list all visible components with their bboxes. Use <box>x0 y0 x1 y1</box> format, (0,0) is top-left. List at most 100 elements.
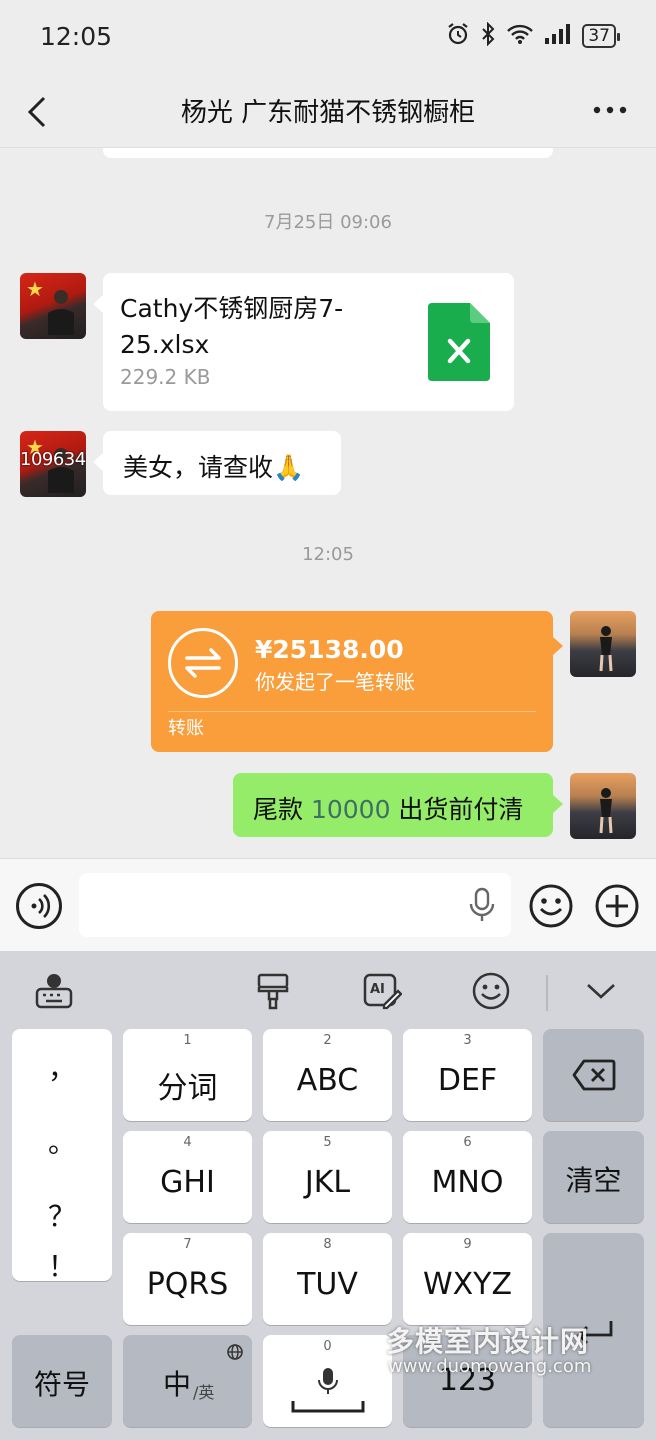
svg-text:AI: AI <box>370 982 385 997</box>
microphone-button[interactable] <box>468 887 496 923</box>
key-label: 清空 <box>565 1164 622 1197</box>
watermark-text: 多模室内设计网 <box>386 1325 590 1358</box>
chat-title: 杨光 广东耐猫不锈钢橱柜 <box>180 98 476 128</box>
person-silhouette-icon <box>48 290 74 335</box>
message-number: 10000 <box>310 795 391 824</box>
punct-key[interactable]: ？ <box>12 1195 112 1235</box>
alarm-icon <box>446 22 470 50</box>
punct-key[interactable]: 。 <box>12 1121 112 1161</box>
my-avatar[interactable] <box>570 773 636 839</box>
status-icons: 37 <box>446 21 620 50</box>
key-7[interactable]: 7 PQRS <box>123 1233 252 1325</box>
backspace-key[interactable] <box>543 1029 644 1121</box>
input-bar <box>0 858 656 951</box>
excel-icon <box>428 303 490 381</box>
key-label: ABC <box>296 1063 359 1098</box>
key-digit: 4 <box>183 1135 192 1150</box>
chat-area[interactable]: 7月25日 09:06 ★ Cathy不锈钢厨房7-25.xlsx 229.2 … <box>0 148 656 858</box>
file-message[interactable]: Cathy不锈钢厨房7-25.xlsx 229.2 KB <box>93 273 514 411</box>
backspace-icon <box>572 1059 616 1091</box>
key-label: 分词 <box>157 1071 218 1106</box>
language-switch-key[interactable]: 中 /英 <box>123 1335 252 1427</box>
microphone-icon <box>318 1368 338 1394</box>
space-bar-icon <box>291 1401 365 1413</box>
key-2[interactable]: 2 ABC <box>263 1029 392 1121</box>
key-8[interactable]: 8 TUV <box>263 1233 392 1325</box>
microphone-icon <box>469 887 495 921</box>
text-message[interactable]: 美女，请查收🙏 <box>93 431 341 495</box>
key-digit: 0 <box>323 1339 332 1354</box>
previous-message-bubble[interactable] <box>103 148 553 158</box>
key-4[interactable]: 4 GHI <box>123 1131 252 1223</box>
ai-edit-icon[interactable]: AI <box>362 971 403 1011</box>
more-functions-button[interactable] <box>594 883 640 929</box>
symbols-key[interactable]: 符号 <box>12 1335 112 1427</box>
timestamp: 12:05 <box>302 544 354 565</box>
globe-icon <box>227 1344 243 1360</box>
message-text: 美女，请查收🙏 <box>123 453 305 482</box>
keyboard-toolbar: AI <box>0 951 656 1029</box>
key-label: WXYZ <box>422 1267 513 1302</box>
voice-icon <box>31 894 51 918</box>
message-input[interactable] <box>79 873 511 937</box>
person-silhouette-icon <box>599 788 613 834</box>
emoji-icon[interactable] <box>471 971 511 1011</box>
key-9[interactable]: 9 WXYZ <box>403 1233 532 1325</box>
key-digit: 2 <box>323 1033 332 1048</box>
divider <box>546 975 548 1011</box>
key-1[interactable]: 1 分词 <box>123 1029 252 1121</box>
nav-bar: 杨光 广东耐猫不锈钢橱柜 <box>0 78 656 148</box>
voice-toggle-button[interactable] <box>16 883 62 929</box>
text-message[interactable]: 尾款 10000 出货前付清 <box>233 773 563 837</box>
collapse-icon[interactable] <box>581 971 621 1011</box>
transfer-amount: ¥25138.00 <box>255 635 404 664</box>
contact-avatar[interactable]: ★ <box>20 273 86 339</box>
battery-icon: 37 <box>582 24 620 48</box>
key-5[interactable]: 5 JKL <box>263 1131 392 1223</box>
space-key[interactable]: 0 <box>263 1335 392 1427</box>
transfer-label: 转账 <box>168 718 204 739</box>
key-label: PQRS <box>146 1267 229 1302</box>
key-digit: 6 <box>463 1135 472 1150</box>
keyboard-globe-icon[interactable] <box>34 971 74 1011</box>
message-text-part: 出货前付清 <box>390 795 524 824</box>
punctuation-column[interactable]: ， 。 ？ ！ <box>12 1029 112 1283</box>
my-avatar[interactable] <box>570 611 636 677</box>
brush-icon[interactable] <box>253 971 293 1011</box>
wifi-icon <box>506 23 534 49</box>
status-bar: 12:05 37 <box>0 0 656 78</box>
star-icon: ★ <box>26 277 44 301</box>
key-label: TUV <box>297 1267 358 1302</box>
punct-key[interactable]: ， <box>12 1047 112 1087</box>
transfer-arrows-icon <box>168 628 238 698</box>
key-label: GHI <box>160 1165 215 1200</box>
message-text: 尾款 10000 出货前付清 <box>253 790 523 826</box>
contact-avatar[interactable]: ★ 109634 <box>20 431 86 497</box>
punct-key[interactable]: ！ <box>12 1245 112 1285</box>
person-silhouette-icon <box>599 626 613 672</box>
key-sublabel: /英 <box>193 1383 215 1402</box>
key-label: 中 <box>163 1368 192 1401</box>
emoji-button[interactable] <box>528 883 574 929</box>
key-label: 符号 <box>33 1368 90 1401</box>
key-digit: 1 <box>183 1033 192 1048</box>
timestamp: 7月25日 09:06 <box>264 212 392 233</box>
more-button[interactable] <box>590 90 630 130</box>
key-digit: 7 <box>183 1237 192 1252</box>
key-6[interactable]: 6 MNO <box>403 1131 532 1223</box>
clear-key[interactable]: 清空 <box>543 1131 644 1223</box>
key-digit: 8 <box>323 1237 332 1252</box>
key-digit: 5 <box>323 1135 332 1150</box>
key-label: DEF <box>437 1063 498 1098</box>
key-digit: 3 <box>463 1033 472 1048</box>
key-3[interactable]: 3 DEF <box>403 1029 532 1121</box>
file-name: Cathy不锈钢厨房7-25.xlsx <box>120 294 344 359</box>
transfer-message[interactable]: ¥25138.00 你发起了一笔转账 转账 <box>151 611 563 752</box>
key-label: MNO <box>431 1165 504 1200</box>
avatar-overlay-text: 109634 <box>20 449 86 470</box>
file-size: 229.2 KB <box>120 365 211 389</box>
key-digit: 9 <box>463 1237 472 1252</box>
signal-icon <box>544 23 572 49</box>
bluetooth-icon <box>480 21 496 50</box>
key-label: JKL <box>304 1165 351 1200</box>
